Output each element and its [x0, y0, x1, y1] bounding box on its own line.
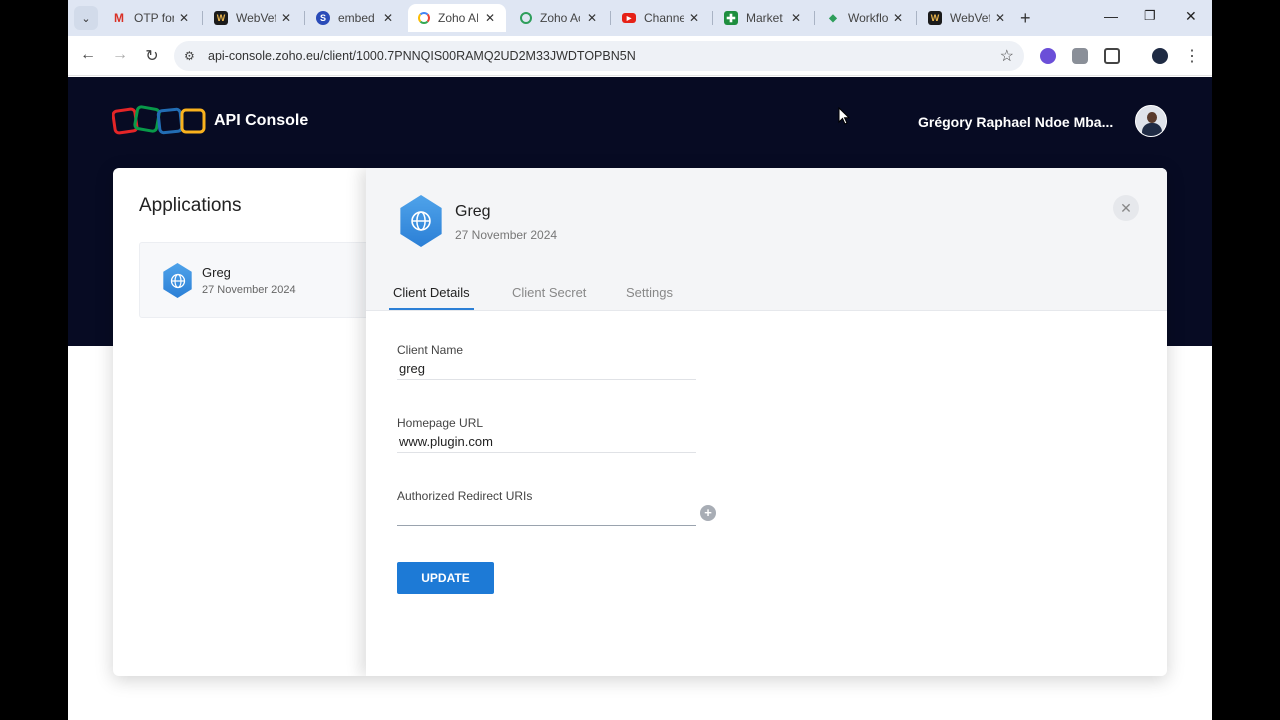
application-date: 27 November 2024 [202, 284, 296, 296]
tab-settings[interactable]: Settings [626, 285, 673, 308]
globe-icon [163, 263, 192, 298]
window-close-icon[interactable]: ✕ [1185, 8, 1197, 25]
reload-icon[interactable]: ↻ [142, 46, 162, 66]
tab-close-icon[interactable]: ✕ [584, 11, 600, 25]
tab-embed[interactable]: S embed ✕ [306, 4, 404, 32]
tab-workflow[interactable]: ◆ Workflo ✕ [816, 4, 914, 32]
close-panel-button[interactable]: ✕ [1113, 195, 1139, 221]
url-text[interactable]: api-console.zoho.eu/client/1000.7PNNQIS0… [208, 49, 636, 63]
tab-zoho-accounts[interactable]: Zoho Ac ✕ [510, 4, 608, 32]
panel-app-date: 27 November 2024 [455, 228, 558, 242]
tab-close-icon[interactable]: ✕ [176, 11, 192, 25]
redirect-uris-label: Authorized Redirect URIs [397, 489, 533, 503]
s-icon: S [316, 11, 330, 25]
back-arrow-icon[interactable]: ← [78, 46, 98, 64]
applications-card: Applications Greg 27 November 2024 Greg … [113, 168, 1167, 676]
tab-gmail[interactable]: M OTP for ✕ [102, 4, 200, 32]
mouse-cursor-icon [838, 107, 851, 125]
browser-toolbar: ← → ↻ ⚙ api-console.zoho.eu/client/1000.… [68, 36, 1212, 76]
google-icon [418, 12, 430, 24]
tab-close-icon[interactable]: ✕ [482, 11, 498, 25]
page: API Console Grégory Raphael Ndoe Mba... … [68, 77, 1212, 720]
tab-sheets[interactable]: ✚ Market ✕ [714, 4, 812, 32]
user-name[interactable]: Grégory Raphael Ndoe Mba... [918, 114, 1113, 130]
zoho-accounts-icon [520, 12, 532, 24]
client-name-label: Client Name [397, 343, 464, 357]
browser-window: ⌄ M OTP for ✕ W WebVef ✕ S embed ✕ Zoho … [68, 0, 1212, 720]
tab-client-secret[interactable]: Client Secret [512, 285, 586, 308]
webvef-icon: W [214, 11, 228, 25]
profile-avatar-icon[interactable] [1152, 48, 1168, 64]
applications-title: Applications [139, 195, 242, 216]
tab-youtube[interactable]: ▶ Channe ✕ [612, 4, 710, 32]
extensions-puzzle-icon[interactable] [1104, 48, 1120, 64]
homepage-url-label: Homepage URL [397, 416, 484, 430]
tab-webvef[interactable]: W WebVef ✕ [204, 4, 302, 32]
tab-strip: ⌄ M OTP for ✕ W WebVef ✕ S embed ✕ Zoho … [68, 0, 1212, 36]
tab-close-icon[interactable]: ✕ [788, 11, 804, 25]
update-button[interactable]: UPDATE [397, 562, 494, 594]
brand-title: API Console [214, 112, 309, 129]
tab-close-icon[interactable]: ✕ [992, 11, 1008, 25]
shield-extension-icon[interactable] [1072, 48, 1088, 64]
forward-arrow-icon[interactable]: → [110, 46, 130, 64]
panel-app-name: Greg [455, 203, 491, 220]
webvef-icon: W [928, 11, 942, 25]
application-name: Greg [202, 265, 231, 280]
browser-menu-icon[interactable]: ⋮ [1182, 46, 1202, 66]
minimize-icon[interactable]: — [1104, 8, 1118, 24]
client-detail-panel: Greg 27 November 2024 ✕ Client Details C… [366, 168, 1167, 676]
avatar[interactable] [1135, 105, 1167, 137]
site-settings-icon[interactable]: ⚙ [184, 49, 195, 63]
tab-close-icon[interactable]: ✕ [278, 11, 294, 25]
youtube-icon: ▶ [622, 13, 636, 23]
tab-close-icon[interactable]: ✕ [890, 11, 906, 25]
globe-icon [400, 195, 442, 247]
restore-icon[interactable]: ❐ [1144, 8, 1156, 24]
application-item[interactable]: Greg 27 November 2024 [139, 242, 379, 318]
gmail-icon: M [114, 11, 124, 25]
tab-webvef-2[interactable]: W WebVef ✕ [918, 4, 1016, 32]
tab-zoho-api[interactable]: Zoho AI ✕ [408, 4, 506, 32]
tab-close-icon[interactable]: ✕ [686, 11, 702, 25]
tab-search-button[interactable]: ⌄ [74, 6, 98, 30]
add-uri-icon[interactable]: + [700, 505, 716, 521]
bookmark-star-icon[interactable]: ☆ [1000, 46, 1014, 66]
tab-close-icon[interactable]: ✕ [380, 11, 396, 25]
sheets-icon: ✚ [724, 11, 738, 25]
homepage-url-input[interactable] [397, 431, 696, 453]
panel-header: Greg 27 November 2024 ✕ Client Details C… [366, 168, 1167, 311]
workflow-icon: ◆ [829, 12, 837, 24]
zoho-logo [112, 105, 206, 135]
tab-client-details[interactable]: Client Details [389, 285, 474, 310]
new-tab-button[interactable]: + [1020, 8, 1031, 29]
client-name-input[interactable] [397, 358, 696, 380]
address-bar[interactable]: ⚙ api-console.zoho.eu/client/1000.7PNNQI… [174, 41, 1024, 71]
redirect-uri-input[interactable] [397, 504, 696, 526]
extension-gear-icon[interactable] [1040, 48, 1056, 64]
